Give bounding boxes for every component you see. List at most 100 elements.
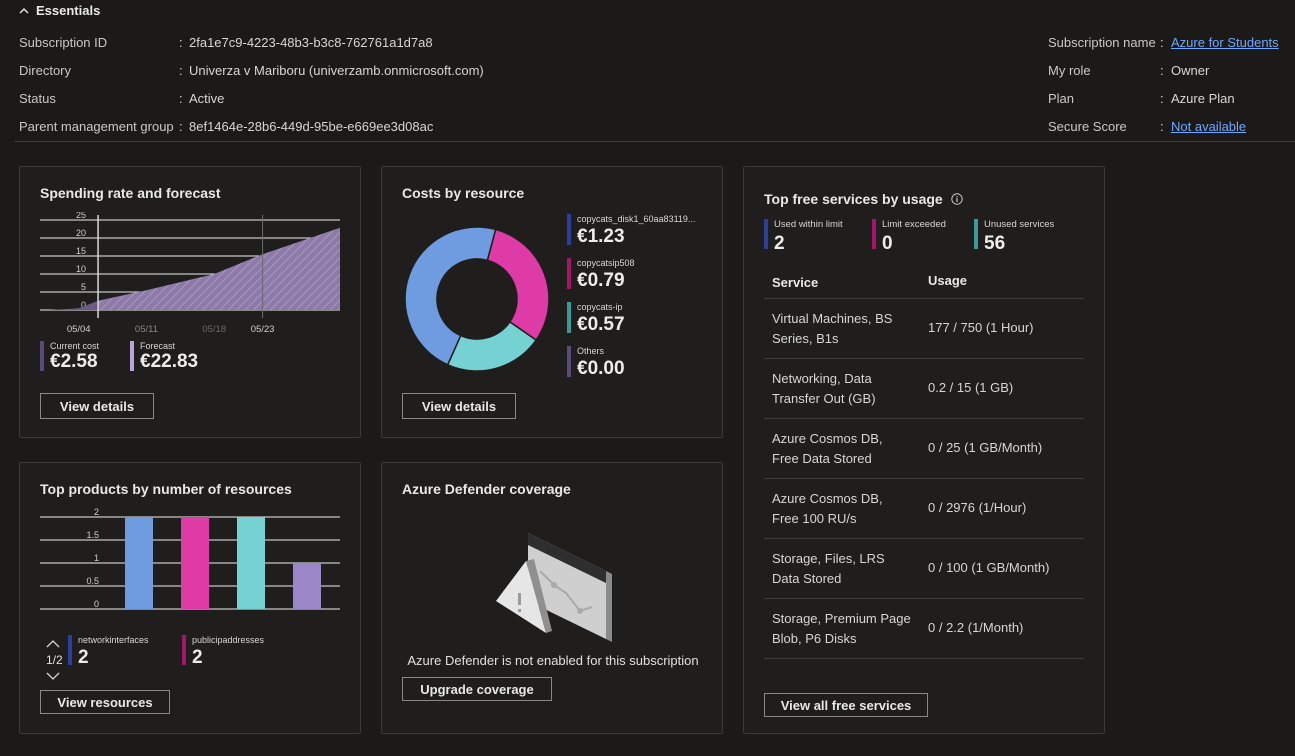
legend-label: Limit exceeded bbox=[882, 219, 946, 230]
products-bar-chart: 2 1.5 1 0.5 0 bbox=[40, 507, 340, 610]
bar[interactable] bbox=[237, 517, 265, 609]
table-row: Networking, Data Transfer Out (GB) 0.2 / … bbox=[764, 359, 1084, 419]
y-tick-label: 2 bbox=[94, 507, 99, 517]
essentials-label: Subscription name bbox=[1048, 35, 1156, 50]
legend-label: Current cost bbox=[50, 341, 100, 351]
view-resources-button[interactable]: View resources bbox=[40, 690, 170, 714]
legend-label: Unused services bbox=[984, 219, 1055, 230]
column-header-service: Service bbox=[772, 275, 819, 290]
essentials-colon: : bbox=[1160, 63, 1164, 78]
donut-slice[interactable] bbox=[486, 228, 550, 342]
legend-swatch bbox=[567, 258, 571, 289]
service-usage: 0 / 25 (1 GB/Month) bbox=[928, 440, 1043, 455]
y-tick-label: 20 bbox=[76, 228, 86, 238]
legend-value: €0.00 bbox=[577, 358, 625, 379]
essentials-label: Parent management group bbox=[19, 119, 174, 134]
bar[interactable] bbox=[125, 517, 153, 609]
legend-swatch bbox=[567, 214, 571, 245]
essentials-value: 2fa1e7c9-4223-48b3-b3c8-762761a1d7a8 bbox=[189, 35, 433, 50]
service-name: Azure Cosmos DB, Free 100 RU/s bbox=[772, 491, 883, 526]
service-usage: 0 / 2976 (1/Hour) bbox=[928, 500, 1027, 515]
bar[interactable] bbox=[293, 563, 321, 609]
table-header: Service Usage bbox=[764, 267, 1084, 299]
legend-label: Forecast bbox=[140, 341, 176, 351]
essentials-label: Directory bbox=[19, 63, 72, 78]
essentials-link[interactable]: Azure for Students bbox=[1171, 35, 1279, 50]
card-title: Top products by number of resources bbox=[40, 481, 292, 497]
service-usage: 0 / 2.2 (1/Month) bbox=[928, 620, 1024, 635]
legend-label: networkinterfaces bbox=[78, 635, 149, 645]
card-title: Top free services by usage bbox=[764, 191, 943, 207]
essentials-label: My role bbox=[1048, 63, 1091, 78]
legend-swatch bbox=[974, 219, 978, 249]
card-title: Costs by resource bbox=[402, 185, 525, 201]
x-tick-label: 05/23 bbox=[251, 324, 275, 335]
legend-swatch bbox=[764, 219, 768, 249]
x-tick-label: 05/11 bbox=[135, 324, 158, 335]
legend-value: 56 bbox=[984, 233, 1006, 254]
essentials-link[interactable]: Not available bbox=[1171, 119, 1246, 134]
essentials-colon: : bbox=[1160, 119, 1164, 134]
card-title: Spending rate and forecast bbox=[40, 185, 221, 201]
pager-down-button[interactable] bbox=[46, 669, 60, 684]
upgrade-coverage-button[interactable]: Upgrade coverage bbox=[402, 677, 552, 701]
free-services-card: Top free services by usage Used within l… bbox=[743, 166, 1105, 734]
service-name: Virtual Machines, BS Series, B1s bbox=[772, 311, 893, 346]
legend-label: publicipaddresses bbox=[192, 635, 265, 645]
essentials-label: Subscription ID bbox=[19, 35, 108, 50]
view-all-free-services-button[interactable]: View all free services bbox=[764, 693, 928, 717]
legend-label: copycatsip508 bbox=[577, 258, 635, 268]
y-tick-label: 1 bbox=[94, 553, 99, 563]
card-title: Azure Defender coverage bbox=[402, 481, 571, 497]
legend-label: copycats-ip bbox=[577, 302, 623, 312]
essentials-label: Status bbox=[19, 91, 56, 106]
essentials-colon: : bbox=[179, 91, 183, 106]
table-row: Azure Cosmos DB, Free 100 RU/s 0 / 2976 (… bbox=[764, 479, 1084, 539]
defender-card: Azure Defender coverage Azure Defender i… bbox=[381, 462, 723, 734]
view-details-button[interactable]: View details bbox=[402, 393, 516, 419]
view-details-button[interactable]: View details bbox=[40, 393, 154, 419]
legend-value: 2 bbox=[774, 233, 785, 254]
y-tick-label: 25 bbox=[76, 212, 86, 220]
spending-card: Spending rate and forecast 25 20 15 10 5 0 05/… bbox=[19, 166, 361, 438]
y-tick-label: 0 bbox=[94, 599, 99, 609]
y-tick-label: 10 bbox=[76, 264, 86, 274]
forecast-area bbox=[98, 227, 340, 310]
essentials-divider bbox=[14, 141, 1295, 142]
info-icon[interactable] bbox=[951, 193, 963, 205]
y-tick-label: 1.5 bbox=[86, 530, 99, 540]
defender-message: Azure Defender is not enabled for this s… bbox=[407, 653, 699, 668]
x-tick-label: 05/04 bbox=[67, 324, 91, 335]
legend-value: €22.83 bbox=[140, 351, 199, 372]
y-tick-label: 15 bbox=[76, 246, 86, 256]
legend-value: 2 bbox=[78, 647, 89, 668]
legend-swatch bbox=[68, 635, 72, 665]
defender-illustration bbox=[496, 533, 612, 642]
y-tick-label: 0.5 bbox=[86, 576, 99, 586]
legend-swatch bbox=[567, 346, 571, 377]
essentials-label: Plan bbox=[1048, 91, 1075, 106]
essentials-value: 8ef1464e-28b6-449d-95be-e669ee3d08ac bbox=[189, 119, 434, 134]
legend-swatch bbox=[40, 341, 44, 371]
table-row: Storage, Files, LRS Data Stored 0 / 100 (… bbox=[764, 539, 1084, 599]
y-tick-label: 5 bbox=[81, 282, 86, 292]
legend-value: €0.79 bbox=[577, 270, 625, 291]
essentials-title: Essentials bbox=[36, 3, 101, 18]
essentials-colon: : bbox=[179, 119, 183, 134]
legend-swatch bbox=[567, 302, 571, 333]
bar[interactable] bbox=[181, 517, 209, 609]
service-usage: 0.2 / 15 (1 GB) bbox=[928, 380, 1014, 395]
essentials-colon: : bbox=[179, 35, 183, 50]
essentials-value: Owner bbox=[1171, 63, 1210, 78]
legend-value: €0.57 bbox=[577, 314, 625, 335]
service-usage: 0 / 100 (1 GB/Month) bbox=[928, 560, 1050, 575]
products-card: Top products by number of resources 2 1.5… bbox=[19, 462, 361, 734]
current-cost-area bbox=[49, 300, 99, 310]
legend-swatch bbox=[130, 341, 134, 371]
essentials-toggle[interactable]: Essentials bbox=[18, 3, 100, 18]
essentials-label: Secure Score bbox=[1048, 119, 1127, 134]
pager-up-button[interactable] bbox=[46, 637, 60, 652]
service-name: Storage, Files, LRS Data Stored bbox=[772, 551, 885, 586]
table-row: Virtual Machines, BS Series, B1s 177 / 75… bbox=[764, 299, 1084, 359]
legend-label: Others bbox=[577, 346, 605, 356]
